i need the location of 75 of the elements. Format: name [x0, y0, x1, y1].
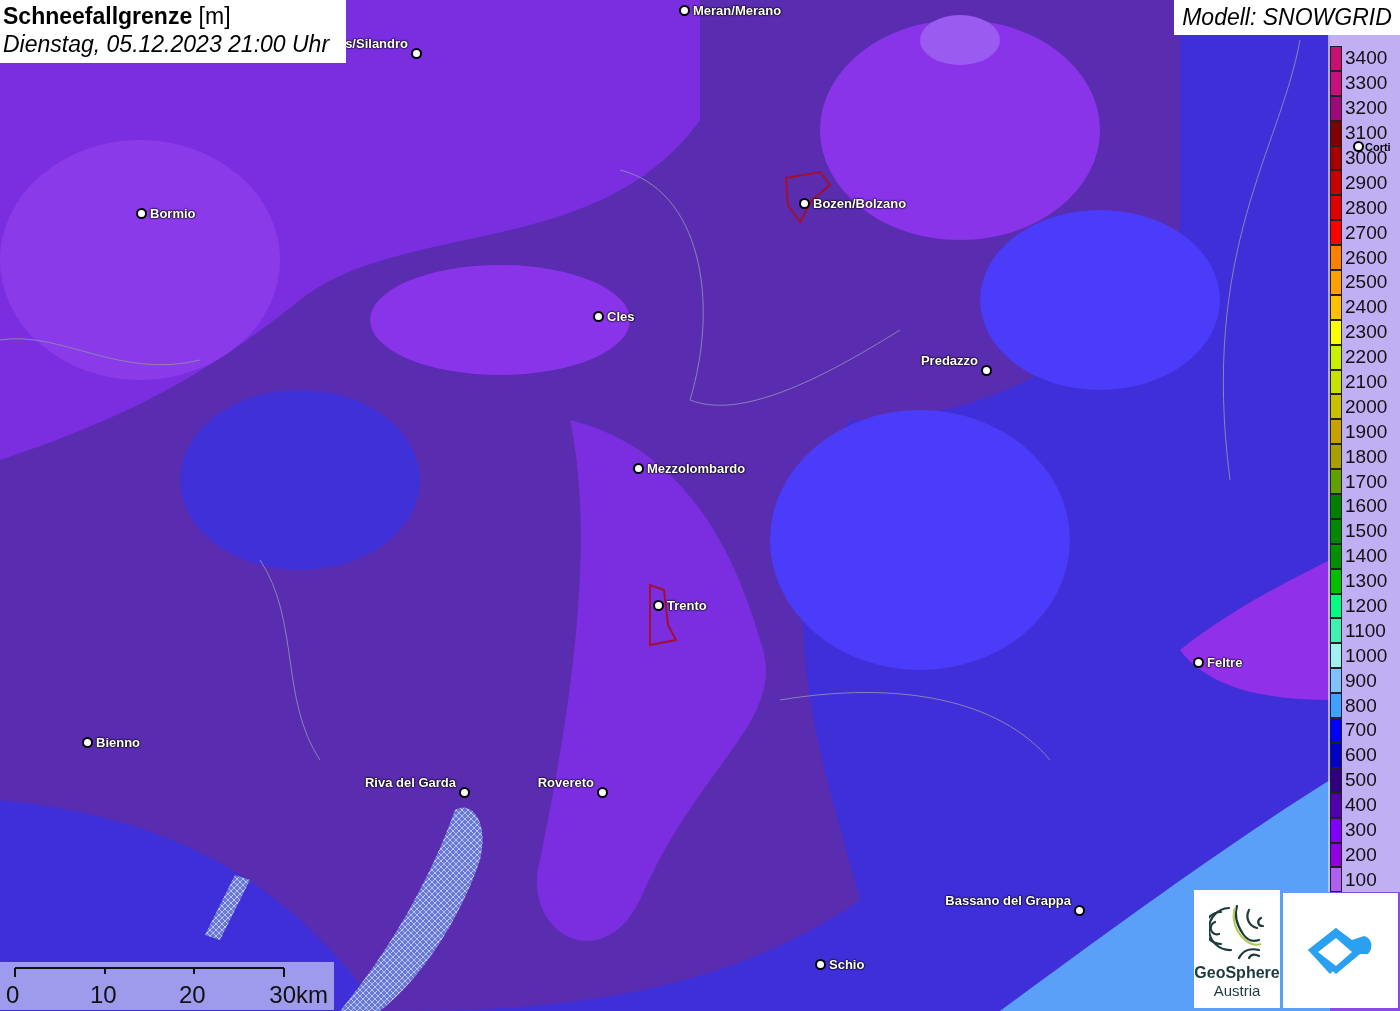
legend-label: 3300 — [1345, 76, 1388, 91]
legend-label: 1100 — [1345, 623, 1386, 638]
legend-label: 3100 — [1345, 126, 1388, 141]
legend-label: 3400 — [1345, 51, 1388, 66]
legend-label: 400 — [1345, 798, 1377, 813]
place-dot-icon — [597, 787, 608, 798]
legend-label: 600 — [1345, 748, 1377, 763]
place-dot-icon — [411, 48, 422, 59]
place-label: Bozen/Bolzano — [813, 196, 907, 211]
legend-label: 2300 — [1345, 325, 1388, 340]
contour-logo-icon — [1209, 904, 1265, 960]
roof-cloud-logo-icon — [1307, 927, 1374, 974]
legend-label: 1900 — [1345, 424, 1388, 439]
legend-label: 2100 — [1345, 375, 1388, 389]
place-label: Trento — [667, 598, 707, 613]
legend-label: 300 — [1345, 823, 1377, 838]
legend-label: 500 — [1345, 773, 1377, 788]
legend-label: 2500 — [1345, 275, 1388, 290]
place-dot-icon — [82, 737, 93, 748]
place-label: Mezzolombardo — [647, 461, 746, 476]
place-label: s/Silandro — [345, 36, 408, 51]
legend-label: 2200 — [1345, 350, 1388, 365]
place-label: Bienno — [96, 735, 141, 750]
legend-label: 2900 — [1345, 175, 1388, 190]
place-dot-icon — [653, 600, 664, 611]
legend-label: 100 — [1345, 872, 1377, 887]
legend-label: 1600 — [1345, 499, 1388, 514]
place-label: Cles — [607, 309, 635, 324]
legend-label: 1000 — [1345, 648, 1388, 663]
place-label: Riva del Garda — [364, 775, 456, 790]
scale-label: 0 — [6, 981, 20, 1009]
scale-label: 10 — [90, 981, 117, 1009]
place-dot-icon — [815, 959, 826, 970]
legend-label: 3000 — [1345, 151, 1388, 165]
place-label: Bormio — [150, 206, 196, 221]
place-label: Corti — [1365, 141, 1391, 152]
scale-label: 30km — [269, 981, 328, 1009]
place-dot-icon — [679, 5, 690, 16]
place-label: Rovereto — [537, 775, 594, 790]
legend-label: 2800 — [1345, 200, 1388, 215]
legend-label: 2000 — [1345, 399, 1388, 414]
legend-label: 700 — [1345, 723, 1377, 738]
place-dot-icon — [1193, 657, 1204, 668]
place-dot-icon — [799, 198, 810, 209]
legend-label: 200 — [1345, 847, 1377, 862]
legend-label: 1200 — [1345, 599, 1388, 614]
place-label: Feltre — [1207, 655, 1243, 670]
legend-label: 1300 — [1345, 574, 1388, 589]
legend-label: 2700 — [1345, 225, 1388, 240]
scale-label: 20 — [179, 981, 206, 1009]
legend-label: 1800 — [1345, 449, 1388, 464]
legend-label: 3200 — [1345, 101, 1388, 116]
place-dot-icon — [633, 463, 644, 474]
place-dot-icon — [136, 208, 147, 219]
logo-text: GeoSphere — [1194, 964, 1280, 982]
place-label: Meran/Merano — [693, 3, 782, 18]
model-label: Modell: SNOWGRID — [1174, 0, 1400, 35]
logo-text: Austria — [1213, 982, 1261, 1000]
place-label: Bassano del Grappa — [945, 893, 1071, 908]
scale-ruler-icon — [14, 966, 286, 978]
map-title: Schneefallgrenze [m] — [3, 3, 232, 30]
forecast-time: Dienstag, 05.12.2023 21:00 Uhr — [3, 31, 331, 58]
legend-label: 2600 — [1345, 250, 1388, 265]
legend-label: 1700 — [1345, 474, 1388, 489]
legend-label: 1500 — [1345, 524, 1388, 539]
place-dot-icon — [593, 311, 604, 322]
place-label: Predazzo — [920, 353, 978, 368]
legend-label: 2400 — [1345, 300, 1388, 315]
place-dot-icon — [1074, 905, 1085, 916]
legend-label: 800 — [1345, 698, 1377, 713]
legend-label: 900 — [1345, 673, 1377, 688]
legend-label: 1400 — [1345, 549, 1388, 564]
place-dot-icon — [459, 787, 470, 798]
place-dot-icon — [981, 365, 992, 376]
place-label: Schio — [829, 957, 865, 972]
